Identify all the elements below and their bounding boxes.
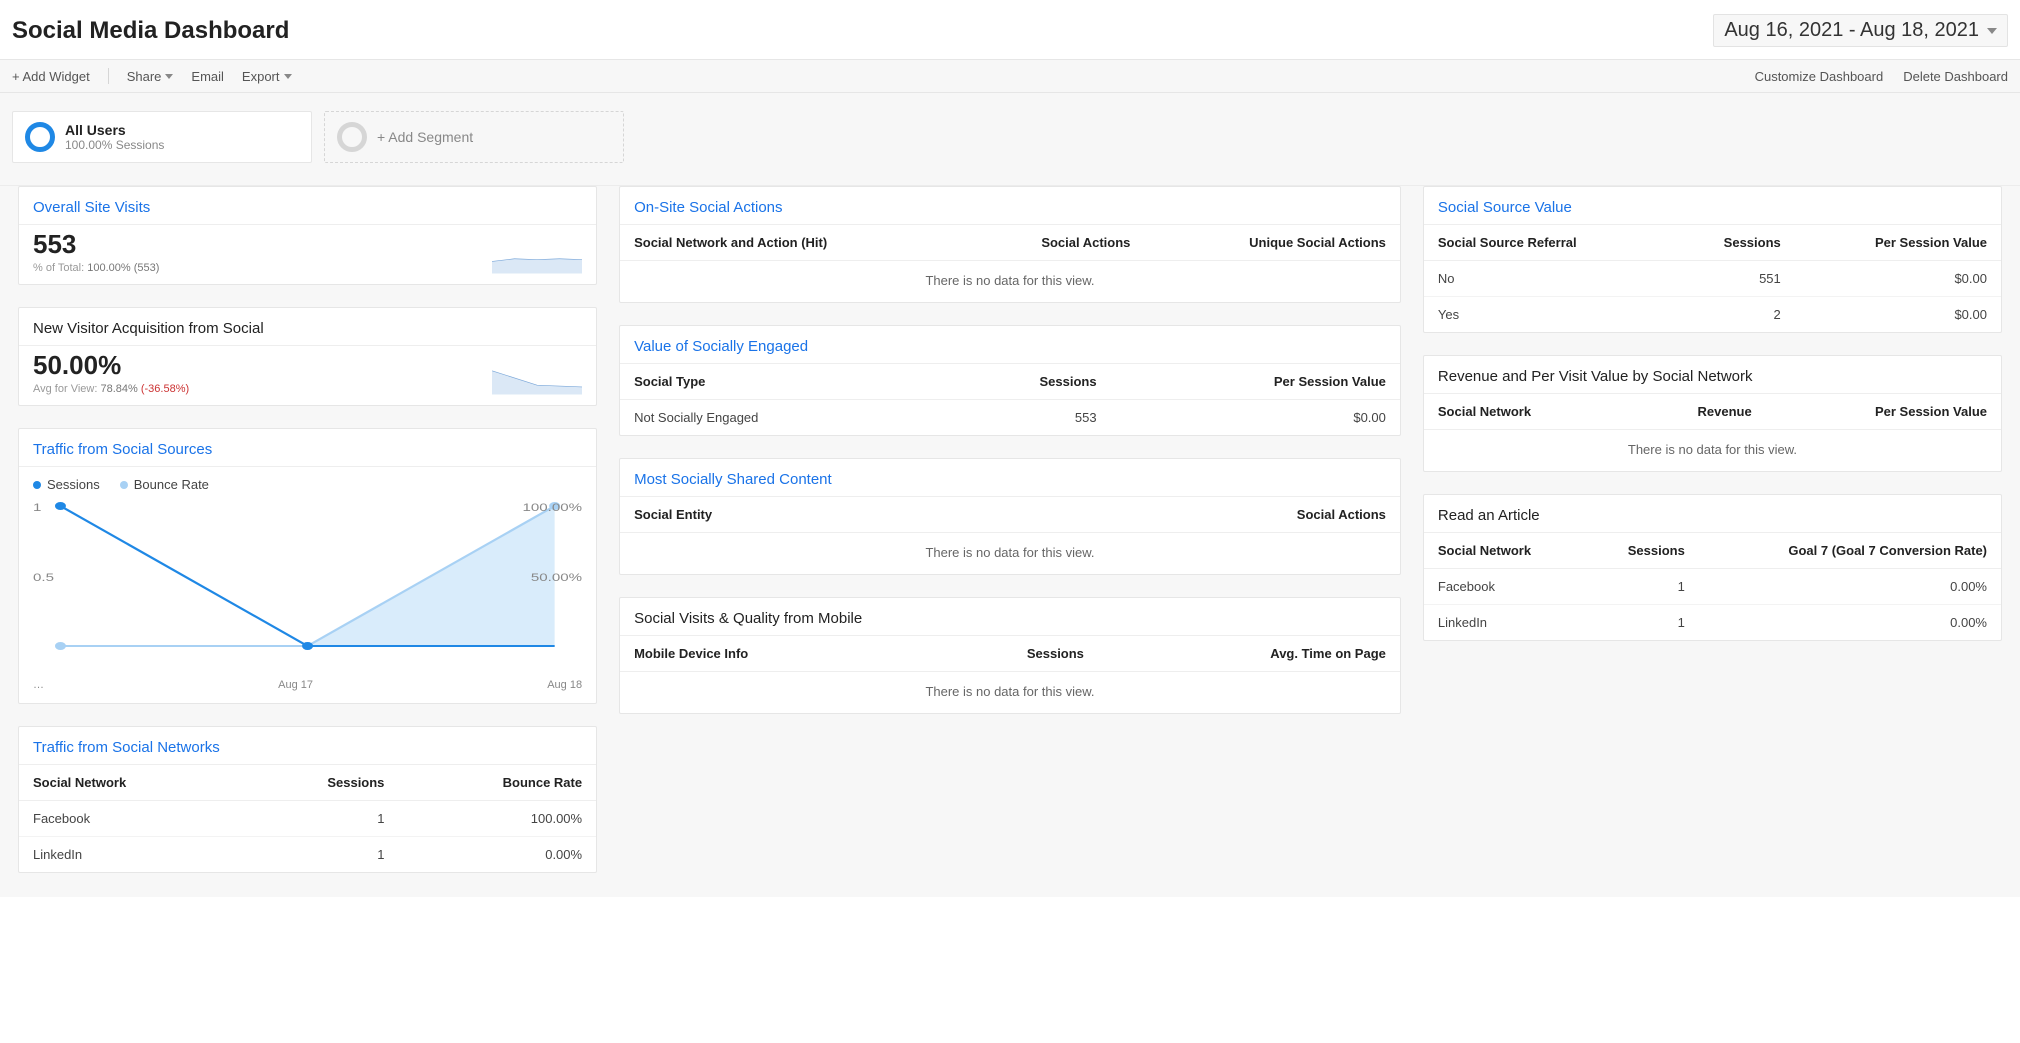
no-data-text: There is no data for this view.: [620, 533, 1400, 574]
card-title[interactable]: Value of Socially Engaged: [620, 326, 1400, 364]
col-sessions: Sessions: [1585, 533, 1698, 569]
segment-ring-icon: [25, 122, 55, 152]
table-row[interactable]: Facebook 1 0.00%: [1424, 569, 2001, 605]
date-range-picker[interactable]: Aug 16, 2021 - Aug 18, 2021: [1713, 14, 2008, 47]
add-segment-button[interactable]: + Add Segment: [324, 111, 624, 163]
segment-ring-icon: [337, 122, 367, 152]
table-row[interactable]: Yes 2 $0.00: [1424, 297, 2001, 333]
table-row[interactable]: No 551 $0.00: [1424, 261, 2001, 297]
card-traffic-sources: Traffic from Social Sources Sessions Bou…: [18, 428, 597, 704]
x-label-2: Aug 18: [547, 679, 582, 691]
col-social-network: Social Network: [1424, 533, 1586, 569]
x-label-1: Aug 17: [278, 679, 313, 691]
col-per-session: Per Session Value: [1766, 394, 2001, 430]
col-social-actions: Social Actions: [963, 225, 1145, 261]
col-sessions: Sessions: [935, 364, 1111, 400]
export-label: Export: [242, 69, 280, 84]
legend-bounce: Bounce Rate: [120, 477, 209, 492]
table-row[interactable]: Not Socially Engaged 553 $0.00: [620, 400, 1400, 436]
segment-sub: 100.00% Sessions: [65, 138, 164, 152]
export-menu[interactable]: Export: [242, 69, 292, 84]
col-source-referral: Social Source Referral: [1424, 225, 1670, 261]
card-title[interactable]: Most Socially Shared Content: [620, 459, 1400, 497]
col-sessions: Sessions: [1669, 225, 1794, 261]
col-sessions: Sessions: [919, 636, 1098, 672]
card-value-engaged: Value of Socially Engaged Social Type Se…: [619, 325, 1401, 436]
card-source-value: Social Source Value Social Source Referr…: [1423, 186, 2002, 333]
email-button[interactable]: Email: [191, 69, 224, 84]
y2-mid: 50.00%: [531, 571, 582, 583]
col-goal7: Goal 7 (Goal 7 Conversion Rate): [1699, 533, 2001, 569]
share-label: Share: [127, 69, 162, 84]
add-segment-label: + Add Segment: [377, 129, 473, 145]
toolbar-separator: [108, 68, 109, 84]
card-read-article: Read an Article Social Network Sessions …: [1423, 494, 2002, 641]
card-title[interactable]: Traffic from Social Networks: [19, 727, 596, 765]
card-overall-visits: Overall Site Visits 553 % of Total: 100.…: [18, 186, 597, 285]
col-network-action: Social Network and Action (Hit): [620, 225, 963, 261]
col-social-actions: Social Actions: [991, 497, 1400, 533]
sparkline: [492, 246, 582, 274]
sparkline: [492, 367, 582, 395]
col-avg-time: Avg. Time on Page: [1098, 636, 1400, 672]
no-data-text: There is no data for this view.: [620, 261, 1400, 302]
y1-top: 1: [33, 501, 41, 513]
card-title[interactable]: Overall Site Visits: [19, 187, 596, 225]
card-title[interactable]: Social Source Value: [1424, 187, 2001, 225]
col-social-entity: Social Entity: [620, 497, 991, 533]
col-bounce: Bounce Rate: [398, 765, 596, 801]
card-revenue-network: Revenue and Per Visit Value by Social Ne…: [1423, 355, 2002, 472]
delete-dashboard-button[interactable]: Delete Dashboard: [1903, 69, 2008, 84]
card-title: Read an Article: [1424, 495, 2001, 533]
col-social-type: Social Type: [620, 364, 935, 400]
table-row[interactable]: Facebook 1 100.00%: [19, 801, 596, 837]
add-widget-button[interactable]: + Add Widget: [12, 69, 90, 84]
caret-down-icon: [284, 74, 292, 79]
col-unique-actions: Unique Social Actions: [1144, 225, 1399, 261]
overall-visits-value: 553: [33, 229, 159, 260]
customize-dashboard-button[interactable]: Customize Dashboard: [1755, 69, 1884, 84]
date-range-text: Aug 16, 2021 - Aug 18, 2021: [1724, 19, 1979, 42]
y2-top: 100.00%: [523, 501, 583, 513]
new-visitor-value: 50.00%: [33, 350, 189, 381]
col-social-network: Social Network: [1424, 394, 1628, 430]
col-social-network: Social Network: [19, 765, 242, 801]
table-row[interactable]: LinkedIn 1 0.00%: [1424, 605, 2001, 641]
overall-visits-sub: % of Total: 100.00% (553): [33, 262, 159, 274]
no-data-text: There is no data for this view.: [1424, 430, 2001, 471]
col-revenue: Revenue: [1628, 394, 1766, 430]
col-sessions: Sessions: [242, 765, 399, 801]
caret-down-icon: [1987, 28, 1997, 34]
card-new-visitor: New Visitor Acquisition from Social 50.0…: [18, 307, 597, 406]
card-mobile-quality: Social Visits & Quality from Mobile Mobi…: [619, 597, 1401, 714]
card-title: New Visitor Acquisition from Social: [19, 308, 596, 346]
y1-mid: 0.5: [33, 571, 54, 583]
card-traffic-networks: Traffic from Social Networks Social Netw…: [18, 726, 597, 873]
card-onsite-actions: On-Site Social Actions Social Network an…: [619, 186, 1401, 303]
card-title: Revenue and Per Visit Value by Social Ne…: [1424, 356, 2001, 394]
segment-name: All Users: [65, 122, 164, 138]
card-title[interactable]: On-Site Social Actions: [620, 187, 1400, 225]
new-visitor-sub: Avg for View: 78.84% (-36.58%): [33, 383, 189, 395]
col-per-session: Per Session Value: [1795, 225, 2001, 261]
x-label-0: …: [33, 679, 44, 691]
segment-all-users[interactable]: All Users 100.00% Sessions: [12, 111, 312, 163]
traffic-sources-chart: 1 0.5 100.00% 50.00%: [33, 496, 582, 666]
no-data-text: There is no data for this view.: [620, 672, 1400, 713]
card-title: Social Visits & Quality from Mobile: [620, 598, 1400, 636]
caret-down-icon: [165, 74, 173, 79]
share-menu[interactable]: Share: [127, 69, 174, 84]
table-row[interactable]: LinkedIn 1 0.00%: [19, 837, 596, 873]
col-per-session: Per Session Value: [1111, 364, 1400, 400]
legend-sessions: Sessions: [33, 477, 100, 492]
card-title[interactable]: Traffic from Social Sources: [19, 429, 596, 467]
card-shared-content: Most Socially Shared Content Social Enti…: [619, 458, 1401, 575]
col-mobile-device: Mobile Device Info: [620, 636, 919, 672]
page-title: Social Media Dashboard: [12, 17, 289, 45]
